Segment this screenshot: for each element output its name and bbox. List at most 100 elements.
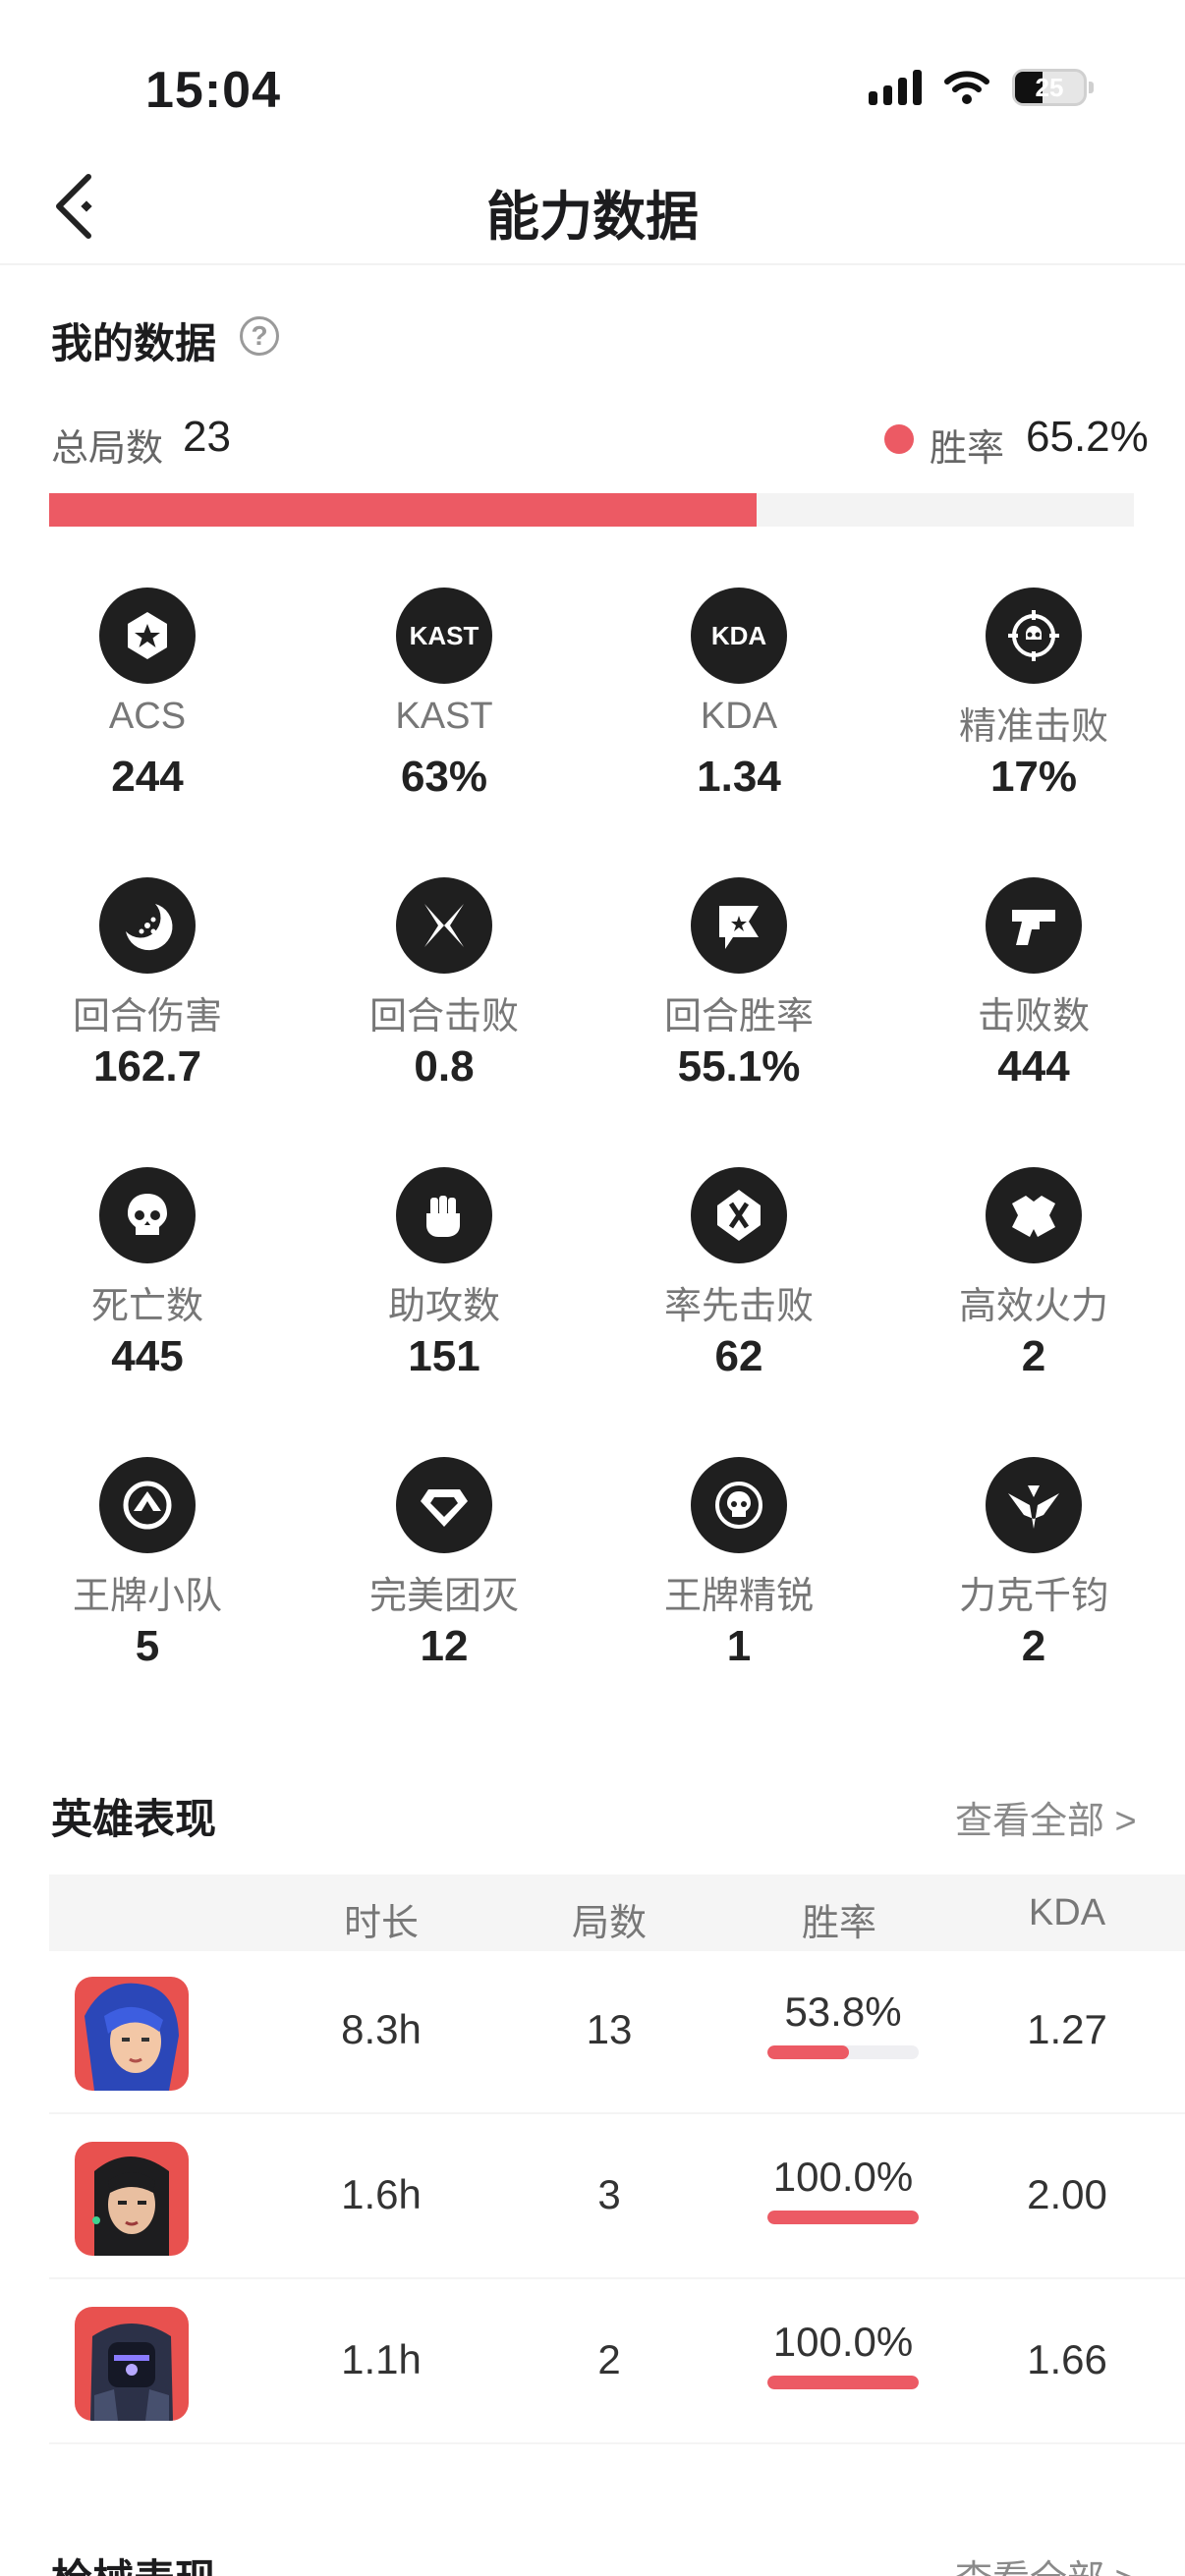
wings-icon: [986, 1457, 1082, 1553]
stat-item: KAST KAST 63%: [316, 588, 572, 802]
stat-value: 1: [726, 1622, 752, 1670]
nav-bar: 能力数据: [0, 147, 1185, 265]
hero-win-rate-text: 100.0%: [772, 2154, 914, 2200]
hero-win-rate: 100.0%: [745, 2319, 941, 2389]
signal-icon: [869, 70, 922, 105]
hero-win-rate-bar: [767, 2211, 919, 2224]
hero-duration: 1.6h: [341, 2171, 422, 2217]
stat-item: 回合伤害 162.7: [20, 877, 275, 1092]
hero-duration: 1.1h: [341, 2336, 422, 2382]
stat-value: 17%: [989, 753, 1078, 801]
damage-icon: [99, 877, 196, 974]
stat-label: ACS: [108, 696, 187, 737]
stat-value: 444: [997, 1042, 1070, 1091]
hero-row[interactable]: 8.3h 13 53.8% 1.27: [49, 1951, 1185, 2114]
stat-label: 回合胜率: [663, 996, 814, 1037]
hero-win-rate: 53.8%: [745, 1988, 941, 2059]
hero-win-rate-text: 100.0%: [772, 2319, 914, 2365]
heroes-see-all-link[interactable]: 查看全部 >: [955, 1790, 1137, 1844]
hero-kda: 2.00: [1027, 2171, 1107, 2217]
pistol-icon: [986, 877, 1082, 974]
ace-team-icon: [99, 1457, 196, 1553]
col-win-rate: 胜率: [801, 1903, 876, 1944]
stat-value: 2: [1021, 1332, 1046, 1380]
status-icons: 25: [869, 69, 1094, 106]
stat-item: KDA KDA 1.34: [611, 588, 867, 802]
stat-label: 击败数: [977, 996, 1090, 1037]
stat-label: KAST: [395, 696, 493, 737]
stat-value: 62: [714, 1332, 763, 1380]
stat-value: 0.8: [414, 1042, 475, 1091]
stat-item: 高效火力 2: [906, 1167, 1161, 1381]
hero-win-rate: 100.0%: [745, 2154, 941, 2224]
heroes-title: 英雄表现: [51, 1796, 217, 1842]
stat-value: 63%: [400, 753, 488, 801]
stat-label: 助攻数: [387, 1286, 500, 1327]
stat-item: 助攻数 151: [316, 1167, 572, 1381]
hero-robot-avatar: [75, 2307, 189, 2421]
stat-value: 1.34: [697, 753, 781, 801]
battery-level: 25: [1035, 72, 1064, 102]
elite-skull-icon: [691, 1457, 787, 1553]
stat-item: 率先击败 62: [611, 1167, 867, 1381]
stat-label: 率先击败: [663, 1286, 814, 1327]
kda-icon: KDA: [691, 588, 787, 684]
hero-win-rate-bar-fill: [767, 2211, 919, 2224]
stat-item: 精准击败 17%: [906, 588, 1161, 802]
help-icon[interactable]: ?: [240, 316, 279, 356]
hero-kda: 1.66: [1027, 2336, 1107, 2382]
hero-dark-hair-avatar: [75, 2142, 189, 2256]
stat-item: 击败数 444: [906, 877, 1161, 1092]
stat-item: 力克千钧 2: [906, 1457, 1161, 1671]
hero-games: 2: [597, 2336, 621, 2382]
weapons-title: 枪械表现: [51, 2547, 216, 2576]
stat-item: ACS 244: [20, 588, 275, 802]
star-badge-icon: [99, 588, 196, 684]
wifi-icon: [944, 71, 989, 104]
hero-games: 13: [586, 2006, 633, 2052]
diamond-icon: [396, 1457, 492, 1553]
total-games-value: 23: [183, 413, 231, 461]
hero-games: 3: [597, 2171, 621, 2217]
stat-value: 162.7: [92, 1042, 202, 1091]
hero-win-rate-bar: [767, 2045, 919, 2059]
heroes-table-header: 时长 局数 胜率 KDA: [49, 1875, 1185, 1951]
flag-icon: [691, 877, 787, 974]
stat-item: 完美团灭 12: [316, 1457, 572, 1671]
stat-item: 回合击败 0.8: [316, 877, 572, 1092]
stat-value: 5: [135, 1622, 160, 1670]
battery-icon: 25: [1012, 69, 1094, 106]
stat-value: 151: [408, 1332, 480, 1380]
stat-label: 王牌精锐: [663, 1576, 814, 1617]
hero-win-rate-bar-fill: [767, 2045, 849, 2059]
hero-win-rate-text: 53.8%: [784, 1988, 902, 2035]
fist-icon: [396, 1167, 492, 1263]
stat-label: 力克千钧: [958, 1576, 1108, 1617]
hero-win-rate-bar-fill: [767, 2376, 919, 2389]
my-data-title: 我的数据: [51, 320, 217, 366]
hero-row[interactable]: 1.1h 2 100.0% 1.66: [49, 2281, 1185, 2444]
stat-label: 回合伤害: [72, 996, 222, 1037]
stat-value: 55.1%: [677, 1042, 801, 1091]
weapons-see-all-link[interactable]: 查看全部 >: [955, 2548, 1137, 2576]
hero-blue-hair-avatar: [75, 1977, 189, 2091]
col-duration: 时长: [343, 1903, 419, 1944]
stat-item: 王牌小队 5: [20, 1457, 275, 1671]
win-rate-bar-fill: [49, 493, 757, 527]
hero-row[interactable]: 1.6h 3 100.0% 2.00: [49, 2116, 1185, 2279]
hero-duration: 8.3h: [341, 2006, 422, 2052]
stat-value: 445: [111, 1332, 184, 1380]
win-rate-bar: [49, 493, 1134, 527]
page-title: 能力数据: [486, 188, 699, 247]
crosshair-skull-icon: [986, 588, 1082, 684]
stat-label: 高效火力: [958, 1286, 1108, 1327]
shield-burst-icon: [986, 1167, 1082, 1263]
win-rate-value: 65.2%: [1026, 413, 1149, 461]
status-time: 15:04: [145, 62, 281, 119]
first-blood-icon: [691, 1167, 787, 1263]
stat-value: 2: [1021, 1622, 1046, 1670]
win-rate-label: 胜率: [930, 428, 1005, 470]
stat-label: 王牌小队: [72, 1576, 222, 1617]
stat-label: 回合击败: [368, 996, 519, 1037]
crossed-blades-icon: [396, 877, 492, 974]
